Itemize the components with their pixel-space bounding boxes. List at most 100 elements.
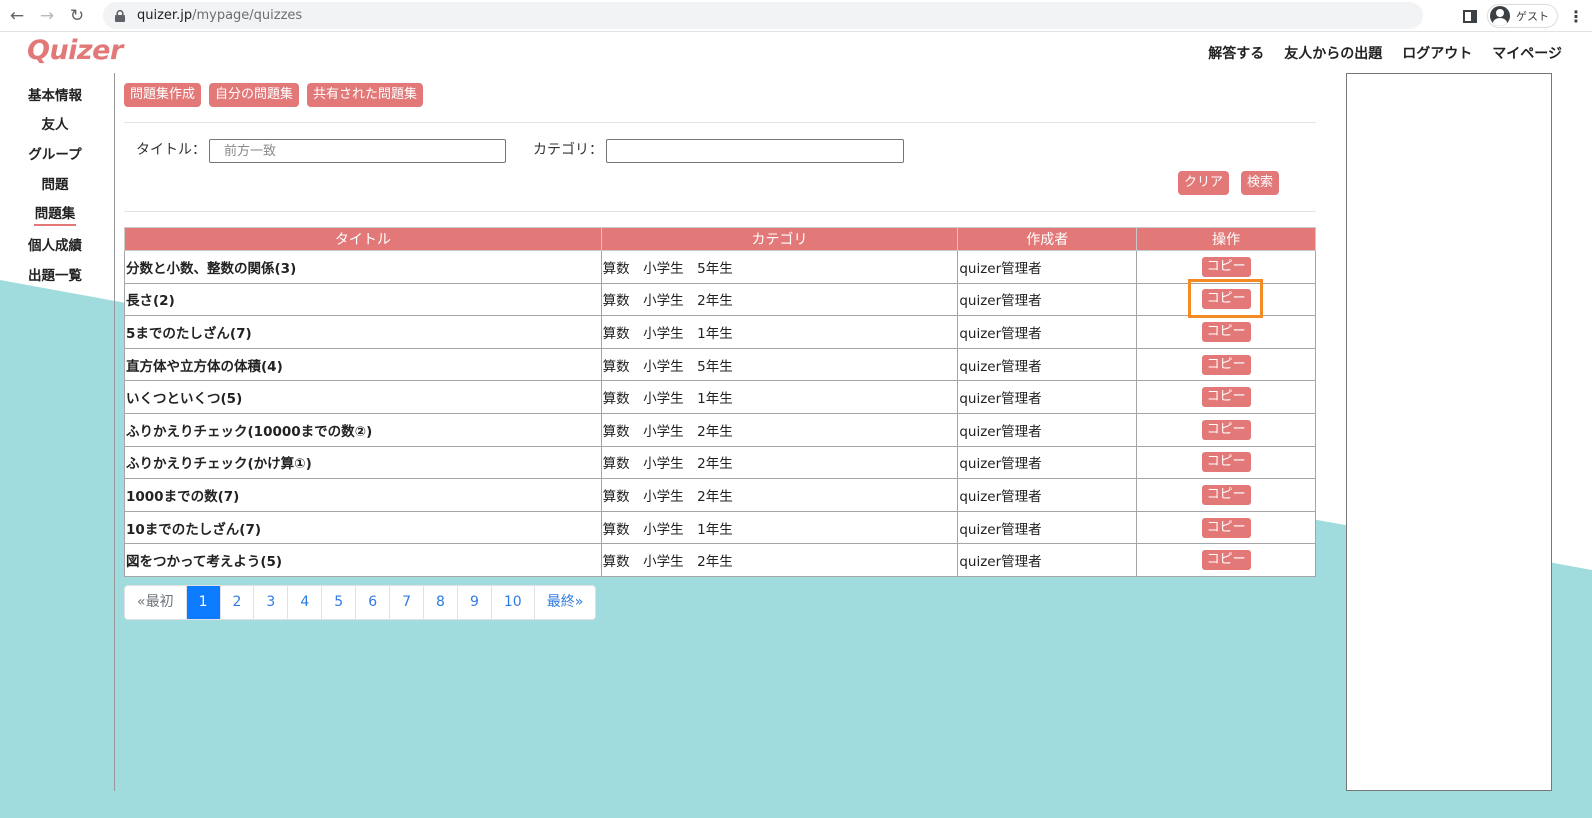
title-search-input[interactable] <box>209 139 506 163</box>
cell-title[interactable]: 10までのたしざん(7) <box>124 510 602 545</box>
cell-category: 算数 小学生 1年生 <box>600 510 959 545</box>
quiz-set-toolbar: 問題集作成 自分の問題集 共有された問題集 <box>124 83 424 107</box>
shared-quiz-sets-button[interactable]: 共有された問題集 <box>307 83 424 107</box>
reload-icon[interactable]: ↻ <box>64 3 90 29</box>
url-host: quizer.jp <box>137 8 193 23</box>
copy-button[interactable]: コピー <box>1201 484 1251 505</box>
cell-title[interactable]: 直方体や立方体の体積(4) <box>124 347 602 382</box>
page-link[interactable]: 5 <box>322 586 357 619</box>
ad-panel <box>1346 73 1552 791</box>
profile-button[interactable]: ゲスト <box>1487 4 1558 28</box>
cell-actions: コピー <box>1136 347 1316 382</box>
cell-title[interactable]: いくつといくつ(5) <box>124 380 602 414</box>
page-link[interactable]: 8 <box>424 586 458 619</box>
cell-title[interactable]: ふりかえりチェック(10000までの数②) <box>124 412 602 447</box>
copy-button[interactable]: コピー <box>1201 517 1251 538</box>
cell-author: quizer管理者 <box>957 445 1138 480</box>
table-row: 5までのたしざん(7) 算数 小学生 1年生 quizer管理者 コピー <box>124 315 1316 349</box>
site-logo[interactable]: Quizer <box>27 35 123 66</box>
sidebar-item-groups[interactable]: グループ <box>0 143 110 163</box>
cell-author: quizer管理者 <box>957 478 1138 512</box>
sidebar-item-questions[interactable]: 問題 <box>0 173 110 193</box>
copy-button[interactable]: コピー <box>1201 419 1251 440</box>
column-header-author: 作成者 <box>957 227 1138 251</box>
nav-mypage[interactable]: マイページ <box>1492 43 1562 63</box>
page-link[interactable]: 6 <box>356 586 391 619</box>
create-quiz-set-button[interactable]: 問題集作成 <box>124 83 202 107</box>
cell-actions: コピー <box>1136 478 1316 512</box>
title-search-label: タイトル： <box>136 142 206 158</box>
cell-category: 算数 小学生 2年生 <box>600 478 959 512</box>
address-bar[interactable]: quizer.jp/mypage/quizzes <box>103 2 1423 29</box>
cell-title[interactable]: 図をつかって考えよう(5) <box>124 543 602 577</box>
cell-title[interactable]: 5までのたしざん(7) <box>124 315 602 349</box>
cell-category: 算数 小学生 5年生 <box>600 250 959 284</box>
cell-actions: コピー <box>1136 315 1316 349</box>
sidebar-item-results[interactable]: 個人成績 <box>0 234 110 254</box>
top-navigation: 解答する 友人からの出題 ログアウト マイページ <box>1208 43 1562 63</box>
table-row: 長さ(2) 算数 小学生 2年生 quizer管理者 コピー <box>124 282 1316 317</box>
cell-title[interactable]: 分数と小数、整数の関係(3) <box>124 250 602 284</box>
page-link-current[interactable]: 1 <box>186 586 221 619</box>
copy-button[interactable]: コピー <box>1201 256 1251 277</box>
cell-title[interactable]: 長さ(2) <box>124 282 602 317</box>
forward-icon[interactable]: → <box>34 3 60 29</box>
cell-author: quizer管理者 <box>957 347 1138 382</box>
category-search-input[interactable] <box>606 139 904 163</box>
copy-button[interactable]: コピー <box>1201 354 1251 375</box>
nav-logout[interactable]: ログアウト <box>1402 43 1472 63</box>
avatar-icon <box>1490 6 1510 26</box>
cell-category: 算数 小学生 1年生 <box>600 380 959 414</box>
copy-button[interactable]: コピー <box>1201 387 1251 408</box>
cell-author: quizer管理者 <box>957 250 1138 284</box>
browser-toolbar: ← → ↻ quizer.jp/mypage/quizzes ゲスト ⋮ <box>0 0 1592 32</box>
sidebar-item-basic-info[interactable]: 基本情報 <box>0 84 110 104</box>
cell-author: quizer管理者 <box>957 412 1138 447</box>
pagination: «最初 1 2 3 4 5 6 7 8 9 10 最終» <box>124 585 597 620</box>
page-link[interactable]: 2 <box>221 586 255 619</box>
divider <box>124 122 1316 123</box>
my-quiz-sets-button[interactable]: 自分の問題集 <box>209 83 300 107</box>
sidebar-item-friends[interactable]: 友人 <box>0 113 110 133</box>
lock-icon <box>115 9 125 22</box>
table-row: 1000までの数(7) 算数 小学生 2年生 quizer管理者 コピー <box>124 478 1316 512</box>
divider <box>124 211 1316 212</box>
sidebar-divider <box>114 73 115 791</box>
cell-category: 算数 小学生 1年生 <box>600 315 959 349</box>
search-button[interactable]: 検索 <box>1241 171 1280 195</box>
quiz-set-table: タイトル カテゴリ 作成者 操作 分数と小数、整数の関係(3) 算数 小学生 5… <box>124 227 1316 577</box>
sidebar-item-question-sets[interactable]: 問題集 <box>0 202 110 226</box>
cell-category: 算数 小学生 2年生 <box>600 543 959 577</box>
copy-button[interactable]: コピー <box>1201 452 1251 473</box>
page-link[interactable]: 3 <box>254 586 289 619</box>
cell-category: 算数 小学生 5年生 <box>600 347 959 382</box>
cell-author: quizer管理者 <box>957 543 1138 577</box>
page-last[interactable]: 最終» <box>535 586 596 619</box>
nav-answer[interactable]: 解答する <box>1208 43 1264 63</box>
page-link[interactable]: 9 <box>458 586 492 619</box>
cell-title[interactable]: ふりかえりチェック(かけ算①) <box>124 445 602 480</box>
nav-friend-questions[interactable]: 友人からの出題 <box>1284 43 1382 63</box>
cell-actions: コピー <box>1136 412 1316 447</box>
cell-actions: コピー <box>1136 380 1316 414</box>
menu-kebab-icon[interactable]: ⋮ <box>1568 7 1584 26</box>
cell-category: 算数 小学生 2年生 <box>600 282 959 317</box>
cell-author: quizer管理者 <box>957 510 1138 545</box>
url-path: /mypage/quizzes <box>192 8 303 23</box>
page-link[interactable]: 10 <box>492 586 535 619</box>
cell-author: quizer管理者 <box>957 315 1138 349</box>
cell-category: 算数 小学生 2年生 <box>600 412 959 447</box>
cell-author: quizer管理者 <box>957 282 1138 317</box>
copy-button[interactable]: コピー <box>1201 550 1251 571</box>
page-link[interactable]: 4 <box>288 586 323 619</box>
copy-button[interactable]: コピー <box>1201 321 1251 342</box>
page-link[interactable]: 7 <box>390 586 425 619</box>
clear-button[interactable]: クリア <box>1178 171 1230 195</box>
table-row: ふりかえりチェック(10000までの数②) 算数 小学生 2年生 quizer管… <box>124 412 1316 447</box>
sidebar-item-assignments[interactable]: 出題一覧 <box>0 264 110 284</box>
page-first[interactable]: «最初 <box>125 586 187 619</box>
column-header-actions: 操作 <box>1136 227 1316 251</box>
cell-title[interactable]: 1000までの数(7) <box>124 478 602 512</box>
back-icon[interactable]: ← <box>4 3 30 29</box>
side-panel-icon[interactable] <box>1463 9 1477 23</box>
